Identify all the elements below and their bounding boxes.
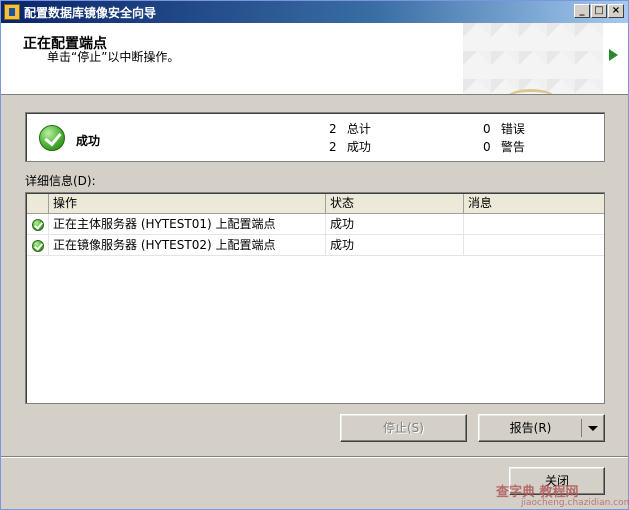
row-status: 成功	[326, 214, 464, 235]
details-label: 详细信息(D):	[25, 174, 96, 188]
summary-status: 成功	[76, 134, 101, 148]
success-label: 成功	[346, 140, 371, 154]
header-icon-cell	[27, 194, 49, 214]
column-header-status[interactable]: 状态	[326, 194, 464, 214]
warning-label: 警告	[500, 140, 525, 154]
page-subtitle: 单击“停止”以中断操作。	[47, 50, 180, 64]
success-check-icon	[32, 219, 44, 231]
success-count: 2	[329, 140, 337, 154]
row-status: 成功	[326, 235, 464, 256]
row-action: 正在镜像服务器 (HYTEST02) 上配置端点	[49, 235, 326, 256]
play-arrow-icon	[609, 49, 618, 61]
warning-stat: 0 警告	[483, 138, 525, 155]
banner-graphic	[463, 23, 603, 94]
row-status-icon-cell	[27, 214, 49, 235]
warning-count: 0	[483, 140, 491, 154]
watermark-url: jiaocheng.chazidian.com	[521, 498, 629, 508]
summary-panel: 成功 2 总计 2 成功 0 错误 0 警告	[25, 112, 605, 162]
column-header-action[interactable]: 操作	[49, 194, 326, 214]
row-status-icon-cell	[27, 235, 49, 256]
row-message	[464, 235, 604, 256]
error-stat: 0 错误	[483, 120, 525, 137]
chevron-down-icon[interactable]	[588, 426, 598, 431]
footer-divider	[1, 456, 628, 458]
close-window-button[interactable]: ×	[608, 4, 624, 18]
app-icon	[4, 4, 20, 20]
stop-button[interactable]: 停止(S)	[340, 414, 467, 442]
row-action: 正在主体服务器 (HYTEST01) 上配置端点	[49, 214, 326, 235]
success-stat: 2 成功	[329, 138, 371, 155]
success-check-icon	[32, 240, 44, 252]
total-label: 总计	[346, 122, 371, 136]
row-message	[464, 214, 604, 235]
report-separator	[581, 419, 582, 437]
error-label: 错误	[500, 122, 525, 136]
table-row[interactable]: 正在镜像服务器 (HYTEST02) 上配置端点 成功	[27, 235, 604, 256]
grid-header: 操作 状态 消息	[27, 194, 604, 214]
minimize-button[interactable]: _	[574, 4, 590, 18]
window-controls: _ □ ×	[574, 4, 624, 18]
details-grid[interactable]: 操作 状态 消息 正在主体服务器 (HYTEST01) 上配置端点 成功 正在镜…	[25, 192, 605, 404]
error-count: 0	[483, 122, 491, 136]
title-bar[interactable]: 配置数据库镜像安全向导 _ □ ×	[1, 1, 628, 23]
header-banner: 正在配置端点 单击“停止”以中断操作。	[1, 23, 628, 95]
success-check-icon	[39, 125, 65, 151]
window-title: 配置数据库镜像安全向导	[24, 5, 157, 20]
total-count: 2	[329, 122, 337, 136]
maximize-button[interactable]: □	[591, 4, 607, 18]
column-header-message[interactable]: 消息	[464, 194, 604, 214]
table-row[interactable]: 正在主体服务器 (HYTEST01) 上配置端点 成功	[27, 214, 604, 235]
wizard-window: 配置数据库镜像安全向导 _ □ × 正在配置端点 单击“停止”以中断操作。 成功…	[0, 0, 629, 510]
report-label: 报告(R)	[509, 421, 552, 435]
report-button[interactable]: 报告(R)	[478, 414, 605, 442]
total-stat: 2 总计	[329, 120, 371, 137]
